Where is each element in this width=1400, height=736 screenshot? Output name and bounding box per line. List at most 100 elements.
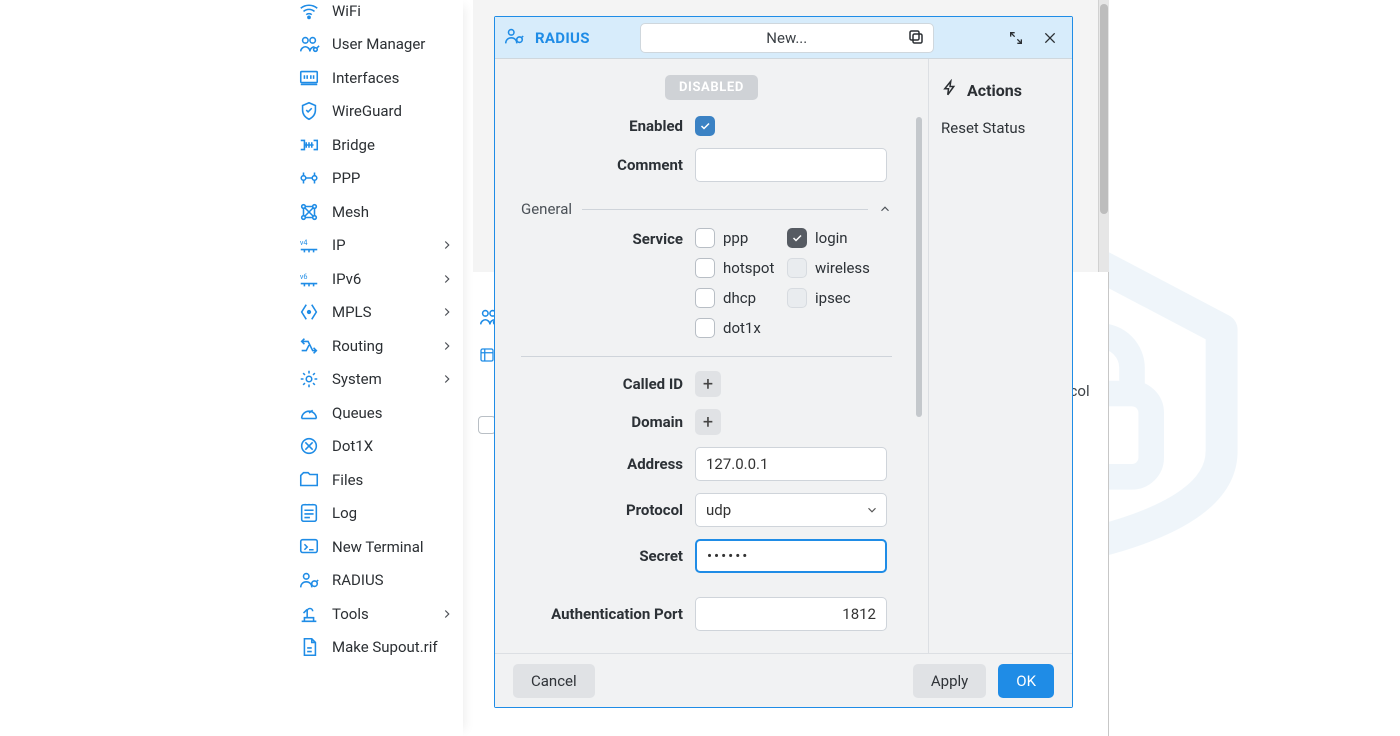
label-enabled: Enabled bbox=[495, 117, 695, 135]
sidebar-item-label: Tools bbox=[332, 605, 369, 623]
lightning-icon bbox=[941, 79, 959, 101]
mesh-icon bbox=[298, 201, 320, 223]
label-address: Address bbox=[495, 455, 695, 473]
sidebar-item-label: Files bbox=[332, 471, 363, 489]
close-button[interactable] bbox=[1036, 24, 1064, 52]
ppp-icon bbox=[298, 167, 320, 189]
dialog-title: RADIUS bbox=[535, 29, 590, 47]
actions-heading-label: Actions bbox=[967, 81, 1022, 100]
sidebar-item-ppp[interactable]: PPP bbox=[288, 162, 460, 196]
expand-button[interactable] bbox=[1002, 24, 1030, 52]
chevron-right-icon bbox=[440, 272, 454, 286]
ok-button[interactable]: OK bbox=[998, 664, 1054, 698]
sidebar-item-label: PPP bbox=[332, 169, 360, 187]
sidebar-item-tools[interactable]: Tools bbox=[288, 597, 460, 631]
interfaces-icon bbox=[298, 67, 320, 89]
protocol-select[interactable] bbox=[695, 493, 887, 527]
service-dot1x-checkbox[interactable] bbox=[695, 318, 715, 338]
enabled-checkbox[interactable] bbox=[695, 116, 715, 136]
dialog-form: DISABLED Enabled Comment General Service bbox=[495, 59, 928, 653]
wifi-icon bbox=[298, 0, 320, 22]
reset-status-action[interactable]: Reset Status bbox=[941, 119, 1060, 137]
sidebar-item-mpls[interactable]: MPLS bbox=[288, 296, 460, 330]
supout-icon bbox=[298, 636, 320, 658]
sidebar-item-dot1x[interactable]: Dot1X bbox=[288, 430, 460, 464]
sidebar-item-label: MPLS bbox=[332, 303, 372, 321]
sidebar-item-wifi[interactable]: WiFi bbox=[288, 0, 460, 28]
sidebar-item-new-terminal[interactable]: New Terminal bbox=[288, 530, 460, 564]
sidebar-item-ipv6[interactable]: v6IPv6 bbox=[288, 262, 460, 296]
sidebar-item-ip[interactable]: v4 IP bbox=[288, 229, 460, 263]
sidebar-item-files[interactable]: Files bbox=[288, 463, 460, 497]
chevron-right-icon bbox=[440, 305, 454, 319]
service-ppp-checkbox[interactable] bbox=[695, 228, 715, 248]
sidebar-item-supout[interactable]: Make Supout.rif bbox=[288, 631, 460, 665]
dialog-actions-panel: Actions Reset Status bbox=[928, 59, 1072, 653]
actions-heading: Actions bbox=[941, 79, 1060, 101]
sidebar-item-label: Log bbox=[332, 504, 357, 522]
domain-add-button[interactable]: + bbox=[695, 409, 721, 435]
copy-icon[interactable] bbox=[907, 28, 925, 50]
sidebar-item-user-manager[interactable]: User Manager bbox=[288, 28, 460, 62]
sidebar-item-interfaces[interactable]: Interfaces bbox=[288, 61, 460, 95]
sidebar-item-bridge[interactable]: Bridge bbox=[288, 128, 460, 162]
label-domain: Domain bbox=[495, 413, 695, 431]
terminal-icon bbox=[298, 536, 320, 558]
collapse-icon[interactable] bbox=[878, 202, 892, 216]
sidebar-item-label: Dot1X bbox=[332, 437, 373, 455]
bridge-icon bbox=[298, 134, 320, 156]
auth-port-input[interactable] bbox=[695, 597, 887, 631]
radius-icon bbox=[298, 569, 320, 591]
secret-input[interactable] bbox=[695, 539, 887, 573]
cancel-button[interactable]: Cancel bbox=[513, 664, 595, 698]
disabled-pill: DISABLED bbox=[665, 75, 758, 100]
routing-icon bbox=[298, 335, 320, 357]
sidebar-item-label: New Terminal bbox=[332, 538, 424, 556]
sidebar-item-label: IP bbox=[332, 236, 346, 254]
chevron-right-icon bbox=[440, 607, 454, 621]
service-ipsec-checkbox[interactable] bbox=[787, 288, 807, 308]
service-wireless-label: wireless bbox=[815, 259, 873, 277]
label-secret: Secret bbox=[495, 547, 695, 565]
sidebar-item-label: User Manager bbox=[332, 35, 425, 53]
sidebar: WiFi User Manager Interfaces WireGuard B… bbox=[288, 0, 460, 664]
sidebar-item-radius[interactable]: RADIUS bbox=[288, 564, 460, 598]
sidebar-item-routing[interactable]: Routing bbox=[288, 329, 460, 363]
dialog-tab-label: New... bbox=[766, 29, 807, 47]
sidebar-item-mesh[interactable]: Mesh bbox=[288, 195, 460, 229]
service-ipsec-label: ipsec bbox=[815, 289, 873, 307]
queues-icon bbox=[298, 402, 320, 424]
section-general: General bbox=[521, 200, 572, 218]
sidebar-item-queues[interactable]: Queues bbox=[288, 396, 460, 430]
service-dhcp-label: dhcp bbox=[723, 289, 781, 307]
sidebar-item-log[interactable]: Log bbox=[288, 497, 460, 531]
radius-dialog: RADIUS New... DISABLED Enabled Comment bbox=[494, 16, 1073, 708]
svg-text:v4: v4 bbox=[300, 238, 308, 247]
sidebar-item-wireguard[interactable]: WireGuard bbox=[288, 95, 460, 129]
dialog-scrollbar[interactable] bbox=[916, 117, 922, 639]
ip-icon: v4 bbox=[298, 234, 320, 256]
sidebar-item-label: Interfaces bbox=[332, 69, 399, 87]
sidebar-item-label: Make Supout.rif bbox=[332, 638, 438, 656]
address-input[interactable] bbox=[695, 447, 887, 481]
dialog-tab[interactable]: New... bbox=[640, 23, 934, 53]
called-id-add-button[interactable]: + bbox=[695, 371, 721, 397]
dialog-titlebar[interactable]: RADIUS New... bbox=[495, 17, 1072, 59]
user-manager-icon bbox=[298, 33, 320, 55]
dialog-footer: Cancel Apply OK bbox=[495, 653, 1072, 707]
comment-input[interactable] bbox=[695, 148, 887, 182]
service-dhcp-checkbox[interactable] bbox=[695, 288, 715, 308]
background-scrollbar[interactable] bbox=[1098, 0, 1109, 272]
service-hotspot-checkbox[interactable] bbox=[695, 258, 715, 278]
apply-button[interactable]: Apply bbox=[913, 664, 986, 698]
log-icon bbox=[298, 502, 320, 524]
label-auth-port: Authentication Port bbox=[495, 605, 695, 623]
service-login-checkbox[interactable] bbox=[787, 228, 807, 248]
sidebar-item-system[interactable]: System bbox=[288, 363, 460, 397]
system-icon bbox=[298, 368, 320, 390]
sidebar-item-label: IPv6 bbox=[332, 270, 361, 288]
files-icon bbox=[298, 469, 320, 491]
sidebar-item-label: Mesh bbox=[332, 203, 369, 221]
service-wireless-checkbox[interactable] bbox=[787, 258, 807, 278]
sidebar-item-label: System bbox=[332, 370, 382, 388]
